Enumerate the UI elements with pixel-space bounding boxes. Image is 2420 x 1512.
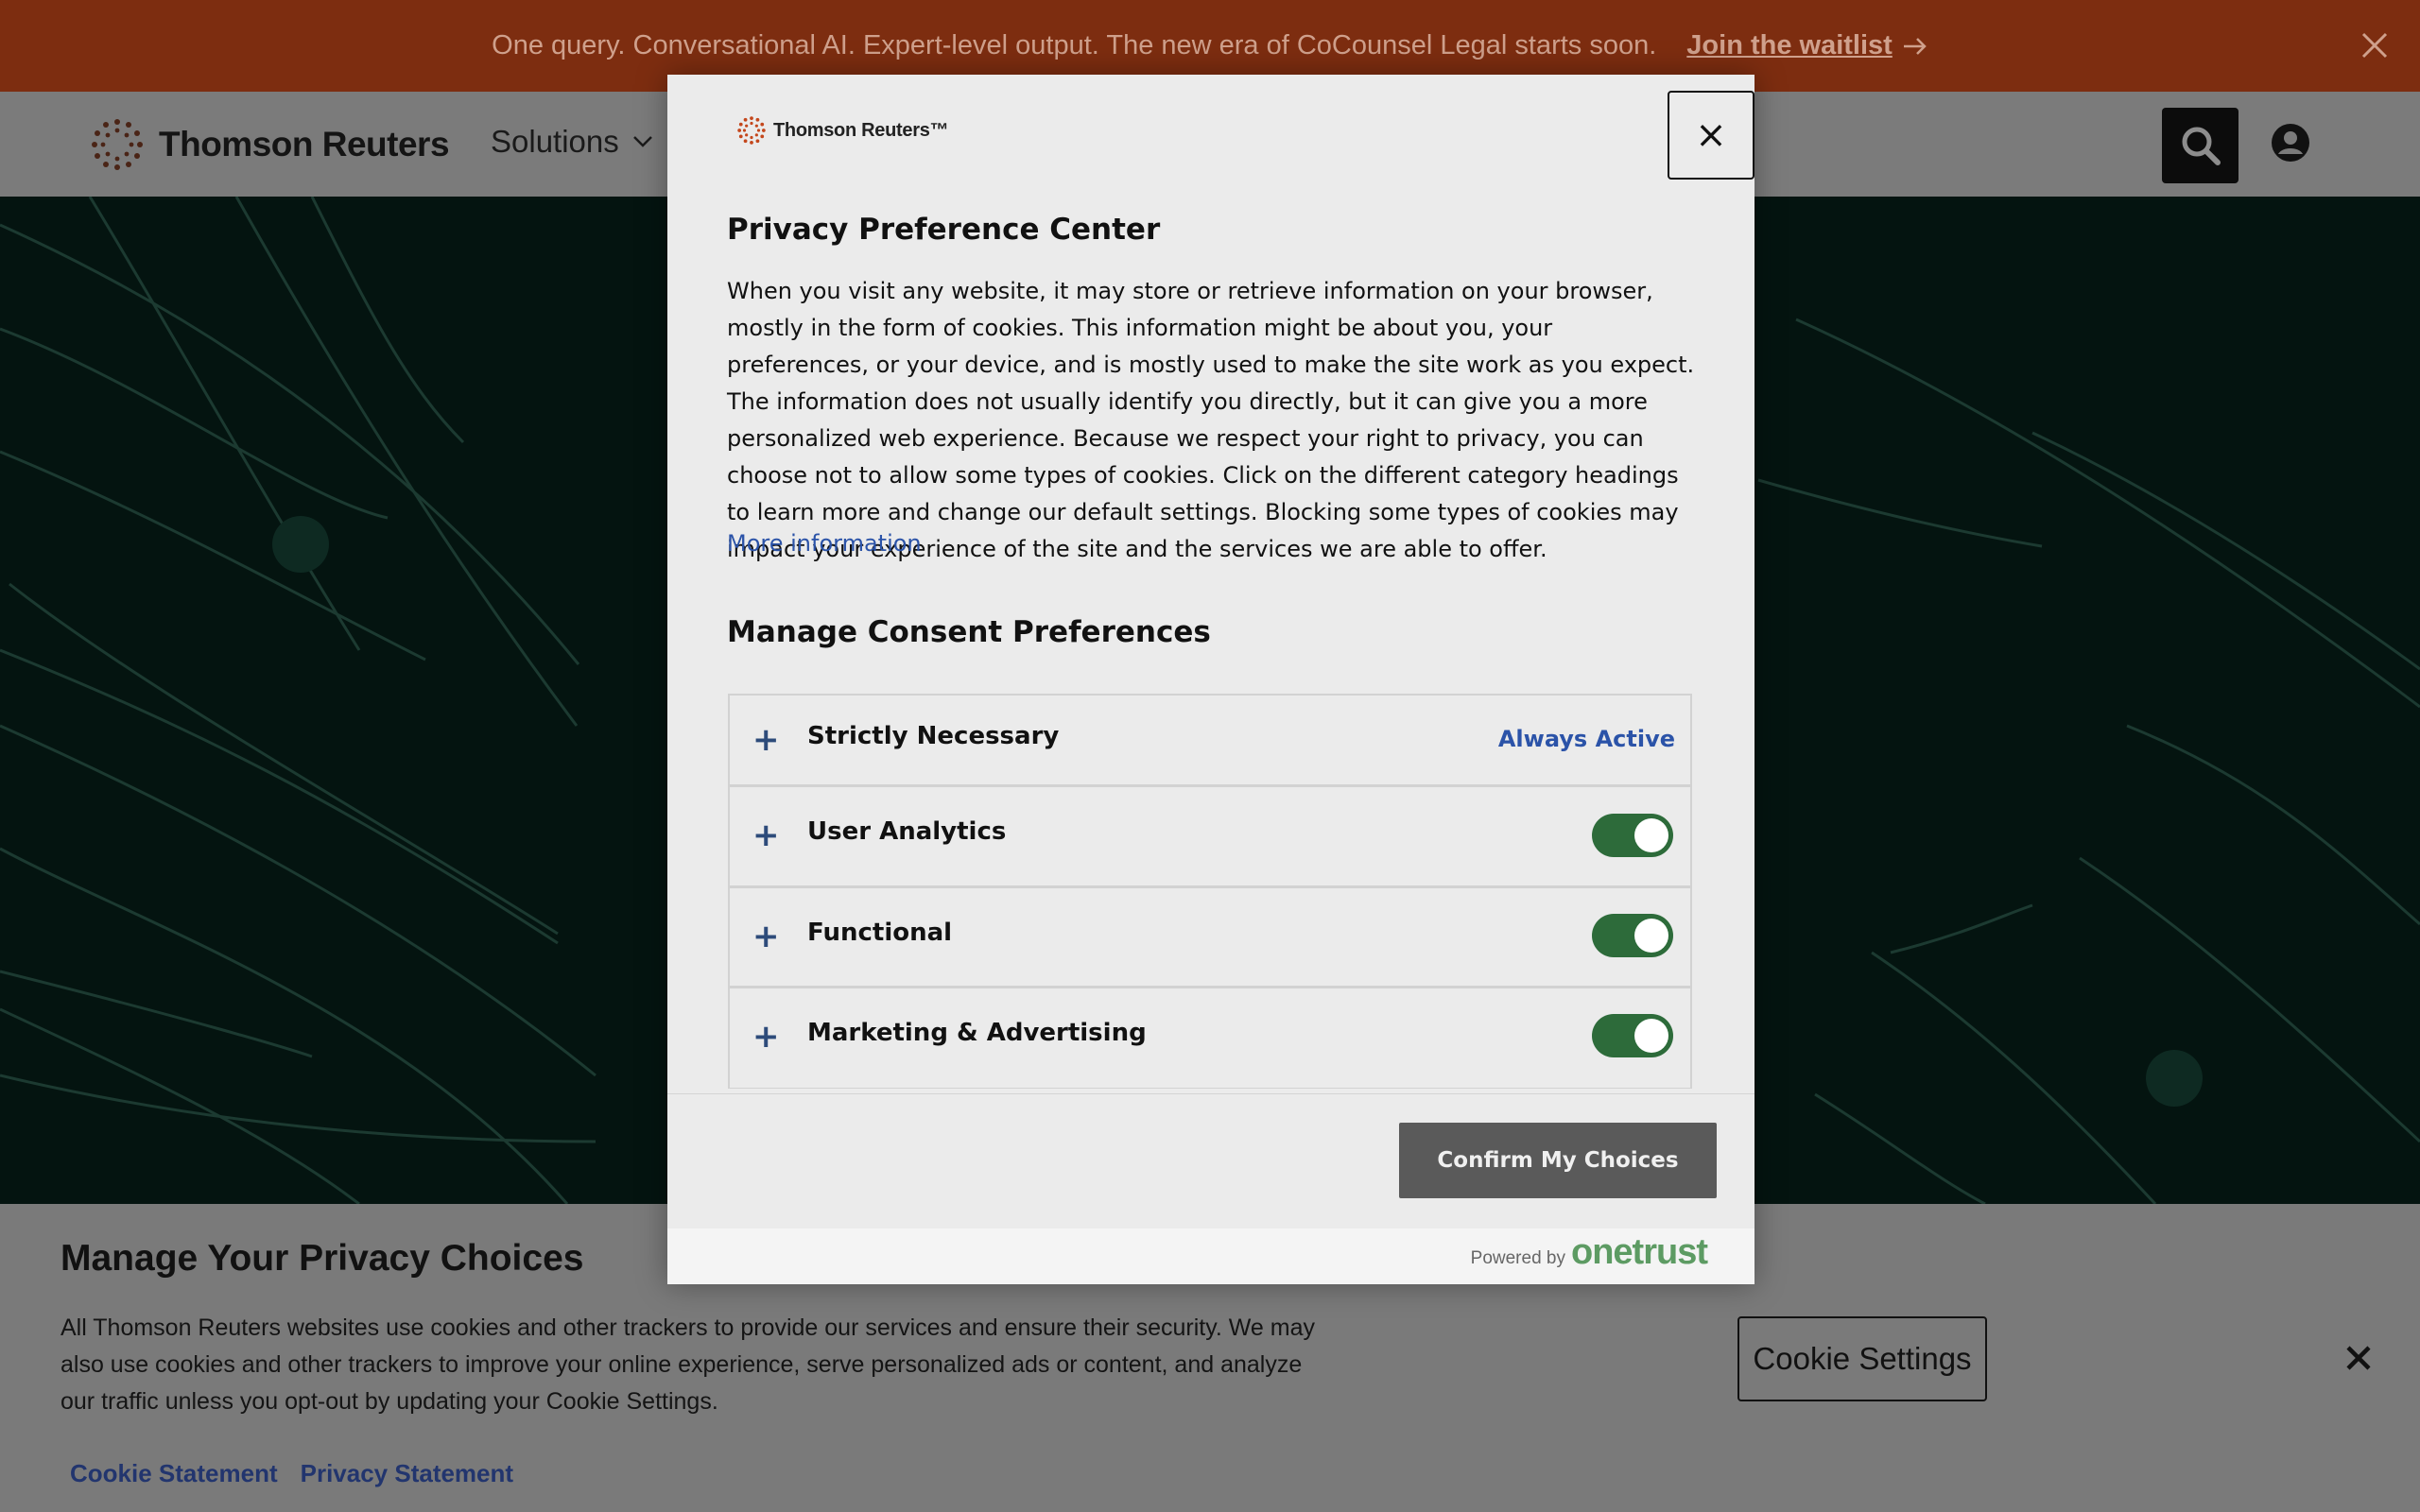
category-label: Marketing & Advertising <box>807 1019 1147 1047</box>
thomson-reuters-logo-icon <box>737 116 766 145</box>
plus-icon: + <box>752 1018 780 1056</box>
confirm-choices-button[interactable]: Confirm My Choices <box>1399 1123 1717 1198</box>
join-waitlist-label: Join the waitlist <box>1686 30 1893 60</box>
powered-by-onetrust[interactable]: Powered by onetrust <box>1470 1232 1708 1273</box>
cookie-banner-title: Manage Your Privacy Choices <box>60 1238 584 1279</box>
always-active-badge: Always Active <box>1497 726 1675 752</box>
modal-footer-divider <box>667 1093 1754 1094</box>
plus-icon: + <box>752 918 780 955</box>
user-analytics-toggle[interactable] <box>1592 814 1673 857</box>
modal-logo-text: Thomson Reuters™ <box>773 119 949 141</box>
account-button[interactable] <box>2271 123 2310 167</box>
category-marketing-advertising[interactable]: + Marketing & Advertising <box>728 987 1692 1089</box>
powered-by-bar: Powered by onetrust <box>667 1228 1754 1284</box>
category-label: User Analytics <box>807 817 1007 846</box>
cookie-settings-button[interactable]: Cookie Settings <box>1737 1316 1987 1401</box>
cookie-banner-text: All Thomson Reuters websites use cookies… <box>60 1314 1315 1415</box>
cookie-banner-links: Cookie Statement Privacy Statement <box>70 1459 513 1488</box>
cookie-banner-close-icon[interactable] <box>2339 1338 2378 1378</box>
functional-toggle[interactable] <box>1592 914 1673 957</box>
nav-solutions-label: Solutions <box>491 124 619 159</box>
thomson-reuters-logo-icon <box>92 119 143 170</box>
privacy-center-description: When you visit any website, it may store… <box>727 278 1695 562</box>
search-button[interactable] <box>2162 108 2238 183</box>
join-waitlist-link[interactable]: Join the waitlist <box>1686 30 1928 61</box>
category-label: Strictly Necessary <box>807 722 1060 750</box>
modal-logo: Thomson Reuters™ <box>737 116 949 145</box>
manage-consent-title: Manage Consent Preferences <box>727 615 1211 649</box>
category-strictly-necessary[interactable]: + Strictly Necessary Always Active <box>728 694 1692 785</box>
modal-close-button[interactable]: × <box>1668 91 1754 180</box>
more-information-link[interactable]: More information <box>727 530 922 557</box>
cookie-statement-link[interactable]: Cookie Statement <box>70 1459 278 1488</box>
arrow-right-icon <box>1903 37 1927 55</box>
chevron-down-icon <box>632 136 652 147</box>
consent-category-list: + Strictly Necessary Always Active + Use… <box>728 694 1694 1089</box>
marketing-toggle[interactable] <box>1592 1014 1673 1057</box>
account-icon <box>2272 124 2309 162</box>
search-icon <box>2182 127 2221 165</box>
onetrust-logo: onetrust <box>1571 1232 1708 1272</box>
plus-icon: + <box>752 816 780 854</box>
promo-close-icon[interactable] <box>2354 25 2395 66</box>
privacy-statement-link[interactable]: Privacy Statement <box>301 1459 513 1488</box>
category-functional[interactable]: + Functional <box>728 886 1692 987</box>
toggle-knob <box>1634 919 1668 953</box>
promo-text: One query. Conversational AI. Expert-lev… <box>492 30 1657 60</box>
toggle-knob <box>1634 818 1668 852</box>
privacy-preference-modal: Thomson Reuters™ × Privacy Preference Ce… <box>667 75 1754 1284</box>
nav-solutions[interactable]: Solutions <box>491 124 653 160</box>
category-label: Functional <box>807 919 953 947</box>
brand-name: Thomson Reuters <box>159 125 450 163</box>
plus-icon: + <box>752 721 780 759</box>
brand-logo[interactable]: Thomson Reuters <box>91 118 450 171</box>
toggle-knob <box>1634 1019 1668 1053</box>
privacy-center-title: Privacy Preference Center <box>727 213 1161 247</box>
category-user-analytics[interactable]: + User Analytics <box>728 785 1692 886</box>
powered-by-label: Powered by <box>1470 1248 1565 1268</box>
close-icon: × <box>1695 113 1727 157</box>
